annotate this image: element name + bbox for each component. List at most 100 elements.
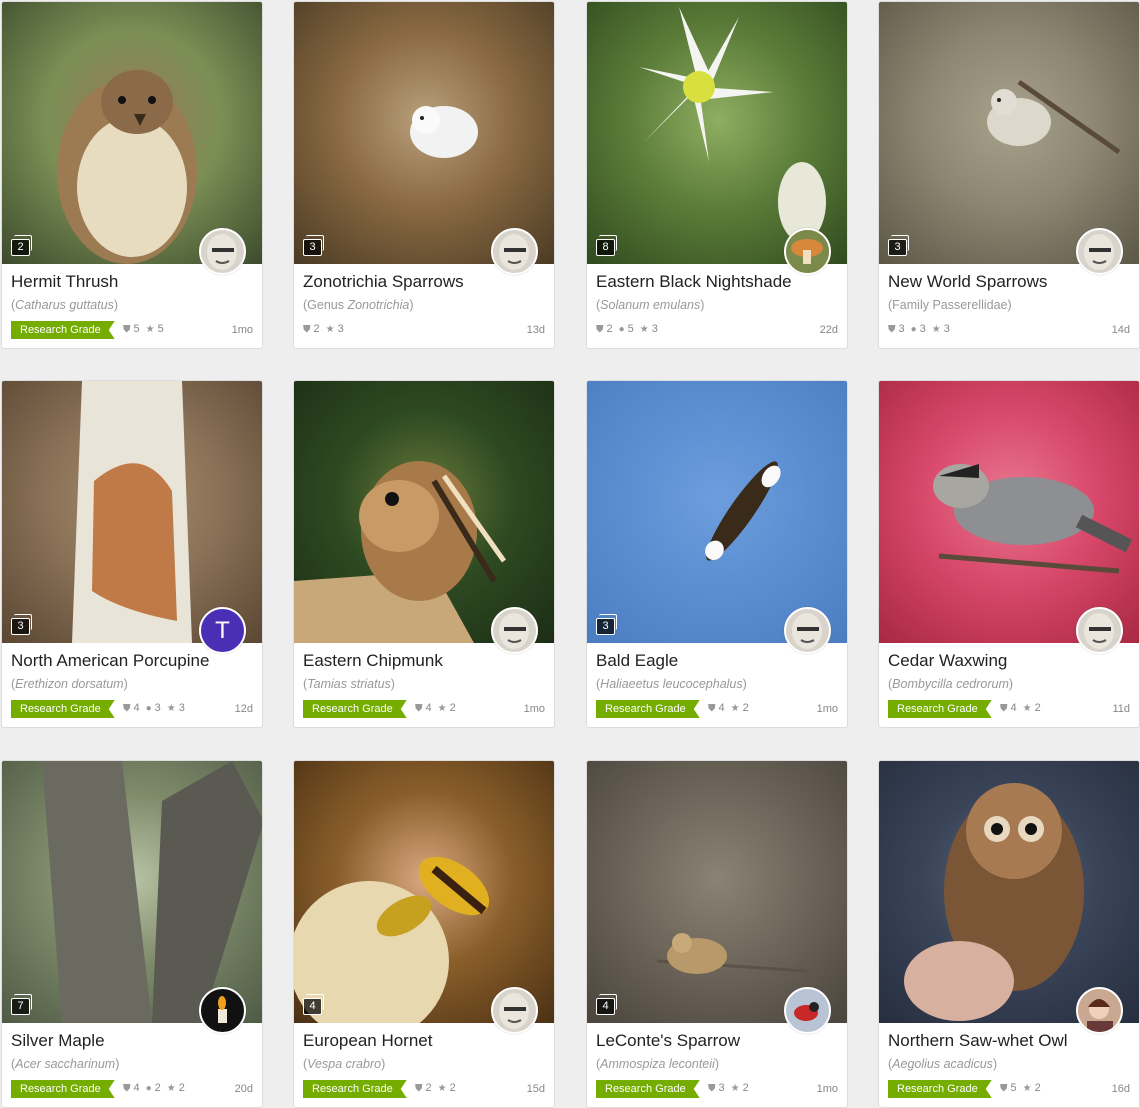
avatar[interactable] (784, 228, 831, 275)
star-icon: ★ (325, 324, 335, 335)
scientific-name: (Aegolius acadicus) (888, 1057, 998, 1071)
scientific-name: (Vespa crabro) (303, 1057, 386, 1071)
faves-stat: ★ 2 (166, 1082, 185, 1094)
common-name[interactable]: LeConte's Sparrow (596, 1031, 839, 1051)
ids-stat: ⛊ 3 (708, 1082, 725, 1094)
observation-card[interactable]: 4 European Hornet (Vespa crabro) Research G… (293, 760, 555, 1108)
common-name[interactable]: Northern Saw-whet Owl (888, 1031, 1131, 1051)
comments-stat: ● 5 (618, 323, 634, 335)
ids-stat: ⛊ 2 (303, 323, 320, 335)
photo-count-badge: 3 (303, 235, 324, 256)
common-name[interactable]: European Hornet (303, 1031, 546, 1051)
star-icon: ★ (166, 1083, 176, 1094)
photo-subject (294, 856, 490, 1023)
stats: ⛊ 2 ● 5 ★ 3 (596, 323, 664, 335)
observation-card[interactable]: Eastern Chipmunk (Tamias striatus) Researc… (293, 380, 555, 728)
research-grade-badge: Research Grade (11, 700, 115, 718)
observation-photo[interactable]: 3 (587, 381, 847, 643)
observation-card[interactable]: 3 Bald Eagle (Haliaeetus leucocephalus) Res… (586, 380, 848, 728)
photo-subject (904, 783, 1084, 1021)
avatar[interactable] (1076, 228, 1123, 275)
observation-photo[interactable] (879, 761, 1139, 1023)
research-grade-badge: Research Grade (303, 1080, 407, 1098)
observation-card[interactable]: 3 New World Sparrows (Family Passerellidae… (878, 1, 1140, 349)
observation-card[interactable]: Cedar Waxwing (Bombycilla cedrorum) Resear… (878, 380, 1140, 728)
avatar[interactable] (199, 987, 246, 1034)
common-name[interactable]: Silver Maple (11, 1031, 254, 1051)
star-icon: ★ (437, 703, 447, 714)
photo-subject (987, 79, 1121, 155)
observation-card[interactable]: 2 Hermit Thrush (Catharus guttatus) Researc… (1, 1, 263, 349)
scientific-name: (Tamias striatus) (303, 677, 395, 691)
observation-card[interactable]: 7 Silver Maple (Acer saccharinum) Research … (1, 760, 263, 1108)
faves-stat: ★ 5 (145, 323, 164, 335)
avatar[interactable] (491, 228, 538, 275)
observation-photo[interactable]: 8 (587, 2, 847, 264)
stats: ⛊ 4 ★ 2 (708, 702, 755, 714)
avatar[interactable] (784, 607, 831, 654)
scientific-name: (Genus Zonotrichia) (303, 298, 414, 312)
observation-photo[interactable]: 3 (2, 381, 262, 643)
shield-icon: ⛊ (303, 324, 311, 335)
observation-photo[interactable] (879, 381, 1139, 643)
common-name[interactable]: New World Sparrows (888, 272, 1131, 292)
scientific-name: (Ammospiza leconteii) (596, 1057, 719, 1071)
observation-photo[interactable] (294, 381, 554, 643)
comment-icon: ● (145, 1083, 152, 1094)
observation-photo[interactable]: 3 (879, 2, 1139, 264)
observation-age: 12d (234, 703, 253, 715)
stats: ⛊ 4 ● 2 ★ 2 (123, 1082, 191, 1094)
photo-subject (72, 381, 192, 643)
observation-card[interactable]: 3 T North American Porcupine (Erethizon dor… (1, 380, 263, 728)
observation-photo[interactable]: 4 (587, 761, 847, 1023)
common-name[interactable]: Hermit Thrush (11, 272, 254, 292)
observation-photo[interactable]: 7 (2, 761, 262, 1023)
ids-stat: ⛊ 2 (415, 1082, 432, 1094)
observation-age: 1mo (816, 703, 838, 715)
observation-age: 13d (526, 324, 545, 336)
photo-count-badge: 4 (596, 994, 617, 1015)
ids-stat: ⛊ 4 (1000, 702, 1017, 714)
card-meta: Research Grade ⛊ 4 ★ 2 1mo (596, 700, 838, 718)
avatar[interactable] (784, 987, 831, 1034)
common-name[interactable]: North American Porcupine (11, 651, 254, 671)
observation-age: 1mo (816, 1083, 838, 1095)
card-meta: Research Grade ⛊ 5 ★ 2 16d (888, 1080, 1130, 1098)
research-grade-badge: Research Grade (888, 1080, 992, 1098)
card-meta: Research Grade ⛊ 4 ● 2 ★ 2 20d (11, 1080, 253, 1098)
observation-card[interactable]: 3 Zonotrichia Sparrows (Genus Zonotrichia)… (293, 1, 555, 349)
avatar[interactable] (491, 607, 538, 654)
photo-subject (705, 461, 781, 561)
avatar[interactable] (1076, 607, 1123, 654)
common-name[interactable]: Eastern Chipmunk (303, 651, 546, 671)
common-name[interactable]: Cedar Waxwing (888, 651, 1131, 671)
avatar[interactable] (199, 228, 246, 275)
star-icon: ★ (145, 324, 155, 335)
photo-count-badge: 8 (596, 235, 617, 256)
star-icon: ★ (437, 1083, 447, 1094)
avatar[interactable] (1076, 987, 1123, 1034)
star-icon: ★ (166, 703, 176, 714)
observation-photo[interactable]: 3 (294, 2, 554, 264)
scientific-name: (Catharus guttatus) (11, 298, 119, 312)
observation-photo[interactable]: 2 (2, 2, 262, 264)
observation-card[interactable]: Northern Saw-whet Owl (Aegolius acadicus)… (878, 760, 1140, 1108)
common-name[interactable]: Eastern Black Nightshade (596, 272, 839, 292)
observation-card[interactable]: 4 LeConte's Sparrow (Ammospiza leconteii) R… (586, 760, 848, 1108)
research-grade-badge: Research Grade (888, 700, 992, 718)
common-name[interactable]: Bald Eagle (596, 651, 839, 671)
stats: ⛊ 5 ★ 2 (1000, 1082, 1047, 1094)
observation-card[interactable]: 8 Eastern Black Nightshade (Solanum emulan… (586, 1, 848, 349)
shield-icon: ⛊ (415, 703, 423, 714)
stats: ⛊ 3 ● 3 ★ 3 (888, 323, 956, 335)
research-grade-badge: Research Grade (11, 1080, 115, 1098)
observation-photo[interactable]: 4 (294, 761, 554, 1023)
shield-icon: ⛊ (123, 1083, 131, 1094)
avatar[interactable] (491, 987, 538, 1034)
common-name[interactable]: Zonotrichia Sparrows (303, 272, 546, 292)
faves-stat: ★ 3 (325, 323, 344, 335)
star-icon: ★ (1022, 1083, 1032, 1094)
photo-count-badge: 7 (11, 994, 32, 1015)
avatar[interactable]: T (199, 607, 246, 654)
ids-stat: ⛊ 3 (888, 323, 905, 335)
